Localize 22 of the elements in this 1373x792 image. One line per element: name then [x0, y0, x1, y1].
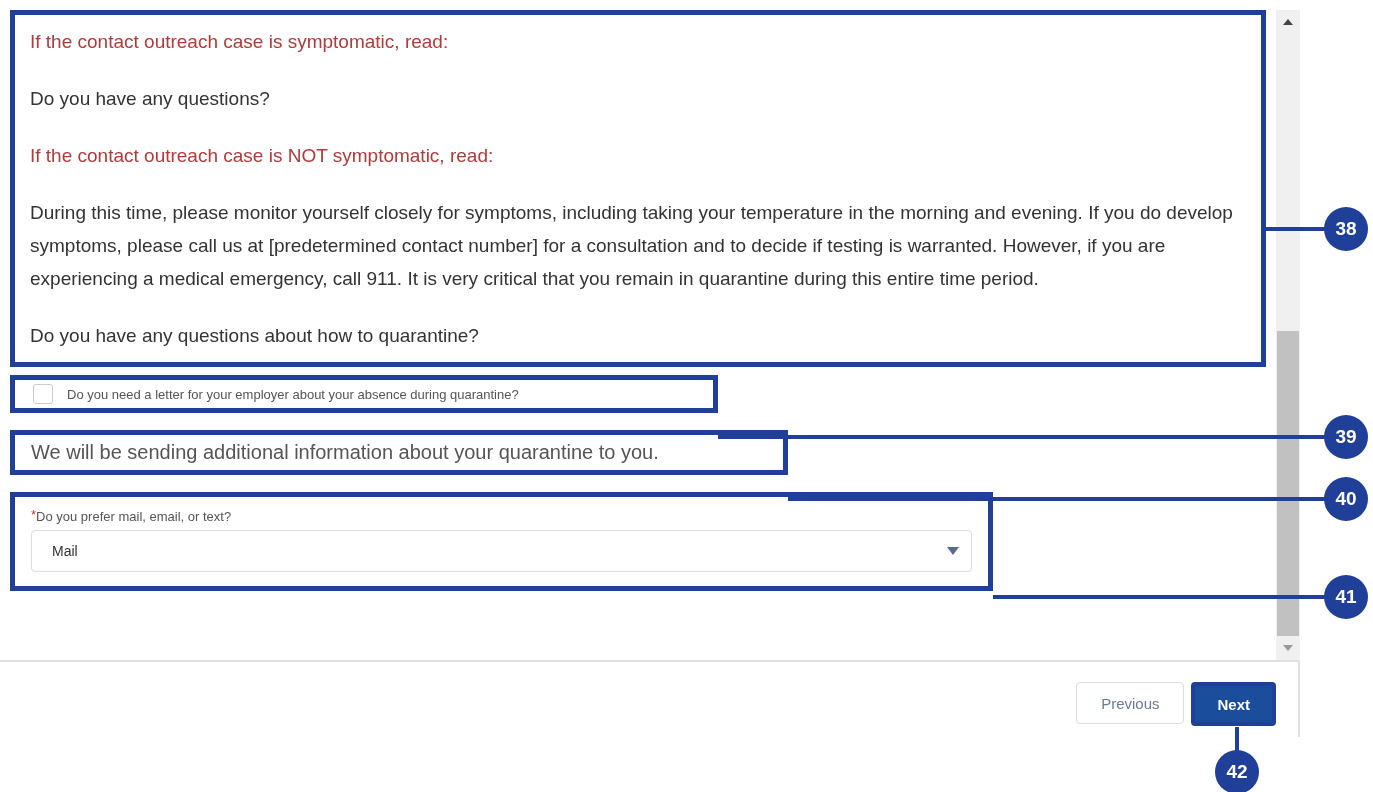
caret-icon [947, 547, 959, 555]
next-button[interactable]: Next [1191, 682, 1276, 726]
callout-number: 42 [1215, 750, 1259, 792]
script-text: Do you have any questions about how to quarantine? [30, 324, 480, 348]
callout-number: 40 [1324, 477, 1368, 521]
script-text: Do you have any questions? [30, 87, 271, 111]
scrollbar[interactable] [1276, 10, 1300, 660]
required-mark: * [31, 509, 37, 521]
previous-button[interactable]: Previous [1076, 682, 1185, 724]
checkbox-label: Do you need a letter for your employer about your absence during quarantine? [67, 386, 519, 402]
scroll-thumb[interactable] [1277, 331, 1299, 636]
callout-number: 39 [1324, 415, 1368, 459]
instruction-text: If the contact outreach case is symptomatic, read: [30, 30, 450, 54]
checkbox[interactable] [33, 384, 53, 404]
info-text: We will be sending additional information about your quarantine to you. [31, 441, 659, 463]
instruction-text: If the contact outreach case is NOT symptomatic, read: [30, 144, 495, 168]
callout-number: 41 [1324, 575, 1368, 619]
dropdown-field[interactable]: Mail [31, 530, 972, 572]
script-text: During this time, please monitor yourself closely for symptoms, including taking your temperature in the morning and evening. If you do develop symptoms, please call us at [predetermined contact number] for a consultation and to decide if testing is warranted. However, if you are experiencing a medical emergency, call 911. It is very critical that you remain in quarantine during this entire time period. [30, 201, 1234, 291]
scroll-up-icon[interactable] [1283, 19, 1293, 25]
field-label: Do you prefer mail, email, or text? [36, 509, 232, 524]
callout-number: 38 [1324, 207, 1368, 251]
